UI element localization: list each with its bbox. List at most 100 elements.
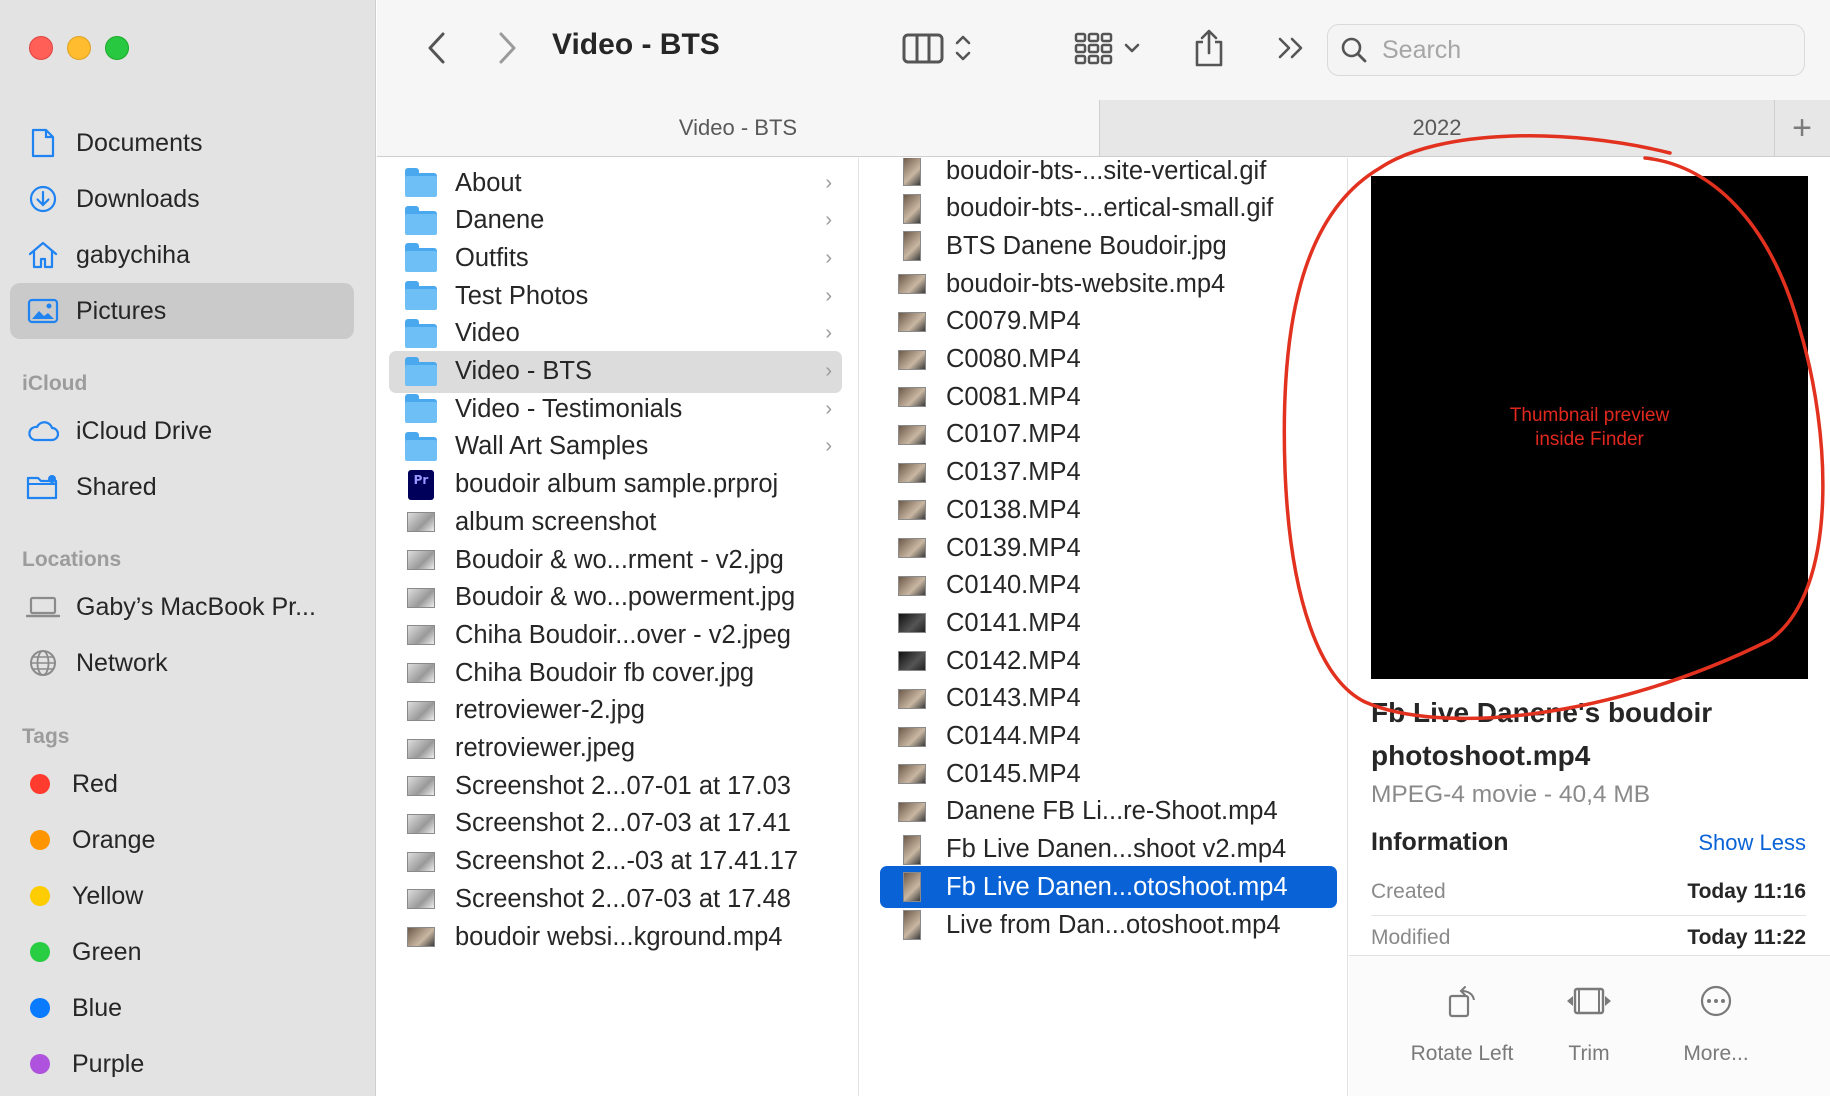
tab-video-bts[interactable]: Video - BTS xyxy=(377,100,1100,156)
more-actions-button[interactable]: More... xyxy=(1641,980,1791,1066)
zoom-window-button[interactable] xyxy=(105,36,129,60)
new-tab-button[interactable]: + xyxy=(1774,100,1829,156)
sidebar-item-shared[interactable]: Shared xyxy=(10,459,354,515)
row-label: Chiha Boudoir...over - v2.jpeg xyxy=(455,620,791,649)
file-row[interactable]: Fb Live Danen...otoshoot.mp4 xyxy=(880,866,1337,909)
group-button[interactable] xyxy=(1067,24,1147,72)
sidebar-tag-red[interactable]: Red xyxy=(10,756,354,812)
row-label: Fb Live Danen...otoshoot.mp4 xyxy=(946,872,1288,901)
sidebar-item-documents[interactable]: Documents xyxy=(10,115,354,171)
info-value: Today 11:22 xyxy=(1687,926,1806,949)
sidebar-section-tags: Tags xyxy=(22,725,70,748)
chevron-right-icon: › xyxy=(825,171,832,194)
action-label: Trim xyxy=(1568,1042,1610,1065)
sidebar-item-label: Pictures xyxy=(76,296,167,325)
information-header: Information xyxy=(1371,828,1509,856)
file-row[interactable]: C0144.MP4 xyxy=(880,716,1337,758)
tag-color-dot-icon xyxy=(30,942,50,962)
file-row[interactable]: boudoir-bts-...site-vertical.gif xyxy=(880,158,1337,192)
tab-bar: Video - BTS 2022 + xyxy=(377,100,1830,157)
image-thumbnail-icon xyxy=(403,808,439,840)
folder-row[interactable]: Video › xyxy=(389,313,842,355)
sidebar-item-macbook[interactable]: Gaby’s MacBook Pr... xyxy=(10,579,354,635)
sidebar-item-downloads[interactable]: Downloads xyxy=(10,171,354,227)
back-button[interactable] xyxy=(417,26,457,70)
file-row[interactable]: C0138.MP4 xyxy=(880,489,1337,531)
grid-icon xyxy=(1074,32,1113,65)
video-thumbnail-icon xyxy=(894,758,930,790)
folder-row[interactable]: About › xyxy=(389,162,842,204)
sidebar-item-network[interactable]: Network xyxy=(10,635,354,691)
file-row[interactable]: Chiha Boudoir fb cover.jpg xyxy=(389,652,842,694)
file-row[interactable]: Screenshot 2...-03 at 17.41.17 xyxy=(389,841,842,883)
file-row[interactable]: Screenshot 2...07-03 at 17.41 xyxy=(389,803,842,845)
file-row[interactable]: Boudoir & wo...rment - v2.jpg xyxy=(389,539,842,581)
tab-2022[interactable]: 2022 xyxy=(1100,100,1774,156)
sidebar-tag-green[interactable]: Green xyxy=(10,924,354,980)
file-row[interactable]: Screenshot 2...07-03 at 17.48 xyxy=(389,878,842,920)
file-row[interactable]: C0141.MP4 xyxy=(880,602,1337,644)
file-row[interactable]: C0143.MP4 xyxy=(880,678,1337,720)
file-row[interactable]: boudoir-bts-website.mp4 xyxy=(880,263,1337,305)
file-row[interactable]: Screenshot 2...07-01 at 17.03 xyxy=(389,765,842,807)
sidebar-item-icloud-drive[interactable]: iCloud Drive xyxy=(10,403,354,459)
folder-row[interactable]: Video - Testimonials › xyxy=(389,388,842,430)
file-row[interactable]: Live from Dan...otoshoot.mp4 xyxy=(880,904,1337,946)
file-row[interactable]: Fb Live Danen...shoot v2.mp4 xyxy=(880,829,1337,871)
file-row[interactable]: C0142.MP4 xyxy=(880,640,1337,682)
file-row[interactable]: retroviewer.jpeg xyxy=(389,728,842,770)
file-row[interactable]: album screenshot xyxy=(389,501,842,543)
row-label: Screenshot 2...07-03 at 17.41 xyxy=(455,809,791,838)
chevron-down-icon xyxy=(1124,43,1140,53)
video-thumbnail-icon xyxy=(894,306,930,338)
file-row[interactable]: C0145.MP4 xyxy=(880,753,1337,795)
folder-row[interactable]: Wall Art Samples › xyxy=(389,426,842,468)
row-label: retroviewer-2.jpg xyxy=(455,696,645,725)
file-row[interactable]: Pr boudoir album sample.prproj xyxy=(389,464,842,506)
file-thumbnail-icon xyxy=(894,909,930,941)
file-row[interactable]: C0081.MP4 xyxy=(880,376,1337,418)
minimize-window-button[interactable] xyxy=(67,36,91,60)
file-row[interactable]: C0080.MP4 xyxy=(880,339,1337,381)
chevron-right-icon: › xyxy=(825,209,832,232)
file-row[interactable]: C0079.MP4 xyxy=(880,301,1337,343)
forward-button[interactable] xyxy=(487,26,527,70)
sidebar-tag-purple[interactable]: Purple xyxy=(10,1036,354,1092)
show-less-button[interactable]: Show Less xyxy=(1698,830,1806,856)
sidebar-item-pictures[interactable]: Pictures xyxy=(10,283,354,339)
folder-row[interactable]: Test Photos › xyxy=(389,275,842,317)
folder-row[interactable]: Video - BTS › xyxy=(389,350,842,393)
folder-row[interactable]: Outfits › xyxy=(389,237,842,279)
file-row[interactable]: Boudoir & wo...powerment.jpg xyxy=(389,577,842,619)
column-video-bts[interactable]: boudoir-bts-...site-vertical.gif boudoir-… xyxy=(860,158,1348,1096)
folder-icon xyxy=(403,242,439,274)
file-row[interactable]: retroviewer-2.jpg xyxy=(389,690,842,732)
file-row[interactable]: Chiha Boudoir...over - v2.jpeg xyxy=(389,614,842,656)
chevron-right-icon: › xyxy=(825,284,832,307)
column-pictures[interactable]: About › Danene › Outfits › Test Photos › Video › V… xyxy=(377,158,859,1096)
file-row[interactable]: C0139.MP4 xyxy=(880,527,1337,569)
sidebar-tag-blue[interactable]: Blue xyxy=(10,980,354,1036)
sidebar-tag-orange[interactable]: Orange xyxy=(10,812,354,868)
view-mode-button[interactable] xyxy=(889,24,985,72)
more-toolbar-button[interactable] xyxy=(1269,26,1313,70)
close-window-button[interactable] xyxy=(29,36,53,60)
sidebar-item-home[interactable]: gabychiha xyxy=(10,227,354,283)
search-field[interactable] xyxy=(1327,24,1805,76)
share-button[interactable] xyxy=(1183,22,1235,74)
file-row[interactable]: C0137.MP4 xyxy=(880,452,1337,494)
row-label: C0138.MP4 xyxy=(946,495,1081,524)
file-row[interactable]: boudoir-bts-...ertical-small.gif xyxy=(880,188,1337,230)
file-row[interactable]: BTS Danene Boudoir.jpg xyxy=(880,225,1337,267)
file-row[interactable]: Danene FB Li...re-Shoot.mp4 xyxy=(880,791,1337,833)
file-row[interactable]: C0140.MP4 xyxy=(880,565,1337,607)
search-input[interactable] xyxy=(1382,35,1762,65)
folder-row[interactable]: Danene › xyxy=(389,200,842,242)
image-thumbnail-icon xyxy=(403,770,439,802)
document-icon xyxy=(26,126,60,160)
file-row[interactable]: C0107.MP4 xyxy=(880,414,1337,456)
sidebar-item-label: Purple xyxy=(72,1049,145,1078)
sidebar-tag-yellow[interactable]: Yellow xyxy=(10,868,354,924)
file-row[interactable]: boudoir websi...kground.mp4 xyxy=(389,916,842,958)
row-label: C0140.MP4 xyxy=(946,571,1081,600)
